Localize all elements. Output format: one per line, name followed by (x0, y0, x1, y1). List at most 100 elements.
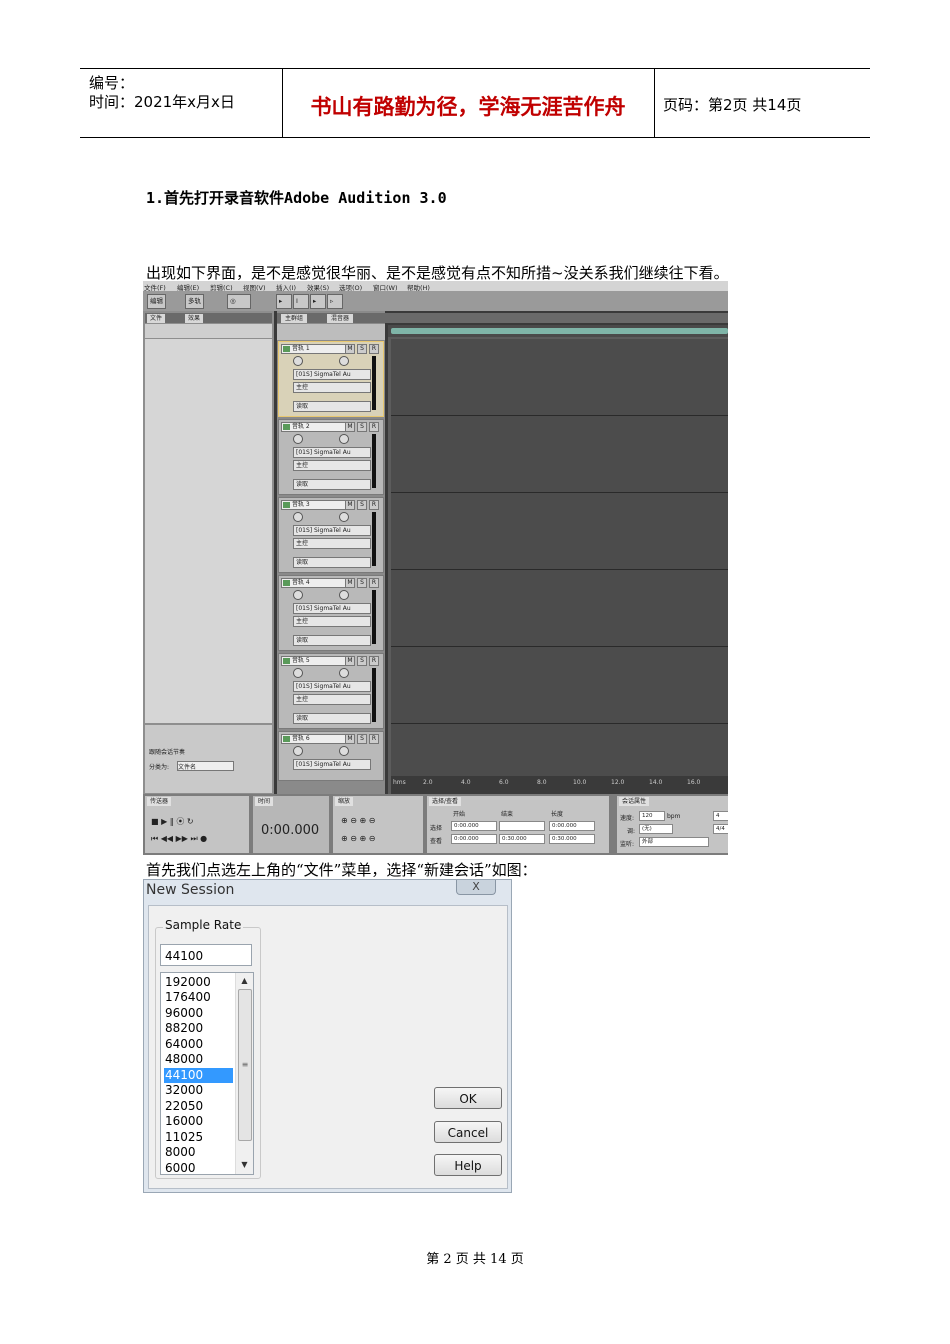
scroll-down-icon[interactable]: ▼ (236, 1158, 253, 1172)
track-name[interactable]: 音轨 6 (281, 734, 353, 744)
list-item[interactable]: 96000 (164, 1006, 233, 1021)
mute-button[interactable]: M (345, 500, 355, 510)
volume-knob[interactable] (293, 434, 303, 444)
volume-knob[interactable] (293, 746, 303, 756)
close-icon[interactable]: X (456, 880, 496, 895)
record-button[interactable]: R (369, 734, 379, 744)
input-select[interactable]: [01S] SigmaTel Au (293, 525, 371, 536)
view-length-field[interactable]: 0:30.000 (549, 834, 595, 844)
volume-knob[interactable] (293, 590, 303, 600)
list-item[interactable]: 8000 (164, 1145, 233, 1160)
track-name[interactable]: 音轨 3 (281, 500, 353, 510)
track-row[interactable]: 音轨 3 M S R [01S] SigmaTel Au 主控 读取 (278, 497, 384, 573)
pan-knob[interactable] (339, 512, 349, 522)
automation-select[interactable]: 读取 (293, 479, 371, 490)
record-button[interactable]: R (369, 422, 379, 432)
output-select[interactable]: 主控 (293, 694, 371, 705)
tab-session-properties[interactable]: 会话属性 (619, 797, 650, 806)
track-row[interactable]: 音轨 2 M S R [01S] SigmaTel Au 主控 读取 (278, 419, 384, 495)
zoom-navigator-bar[interactable] (391, 328, 728, 334)
scroll-thumb[interactable]: ≡ (238, 989, 252, 1141)
list-item[interactable]: 64000 (164, 1037, 233, 1052)
scrub-tool-icon[interactable]: ▹ (327, 294, 343, 309)
solo-button[interactable]: S (357, 734, 367, 744)
record-button[interactable]: R (369, 344, 379, 354)
beats-field[interactable]: 4 (713, 811, 728, 821)
automation-select[interactable]: 读取 (293, 635, 371, 646)
track-lane[interactable] (391, 570, 728, 647)
input-select[interactable]: [01S] SigmaTel Au (293, 759, 371, 770)
mute-button[interactable]: M (345, 734, 355, 744)
selection-length-field[interactable]: 0:00.000 (549, 821, 595, 831)
list-item[interactable]: 192000 (164, 975, 233, 990)
track-row[interactable]: 音轨 1 M S R [01S] SigmaTel Au 主控 读取 (278, 341, 384, 417)
track-row[interactable]: 音轨 5 M S R [01S] SigmaTel Au 主控 读取 (278, 653, 384, 729)
list-item[interactable]: 22050 (164, 1099, 233, 1114)
tab-mixer[interactable]: 混音器 (327, 314, 354, 323)
cd-mode-icon[interactable]: ◎ (227, 294, 251, 309)
mute-button[interactable]: M (345, 578, 355, 588)
output-select[interactable]: 主控 (293, 616, 371, 627)
list-item[interactable]: 6000 (164, 1161, 233, 1174)
list-item[interactable]: 48000 (164, 1052, 233, 1067)
record-button[interactable]: R (369, 500, 379, 510)
mute-button[interactable]: M (345, 344, 355, 354)
tab-effects[interactable]: 效果 (185, 314, 204, 323)
tab-files[interactable]: 文件 (147, 314, 166, 323)
solo-button[interactable]: S (357, 344, 367, 354)
sample-rate-input[interactable]: 44100 (160, 944, 252, 966)
selection-start-field[interactable]: 0:00.000 (451, 821, 497, 831)
output-select[interactable]: 主控 (293, 538, 371, 549)
view-end-field[interactable]: 0:30.000 (499, 834, 545, 844)
view-start-field[interactable]: 0:00.000 (451, 834, 497, 844)
track-lane[interactable] (391, 416, 728, 493)
solo-button[interactable]: S (357, 656, 367, 666)
list-item[interactable]: 16000 (164, 1114, 233, 1129)
scroll-up-icon[interactable]: ▲ (236, 974, 253, 988)
volume-knob[interactable] (293, 668, 303, 678)
sync-select[interactable]: 外部 (639, 837, 709, 847)
ok-button[interactable]: OK (434, 1087, 502, 1109)
zoom-buttons-row1[interactable]: ⊕ ⊖ ⊕ ⊖ (341, 816, 375, 825)
automation-select[interactable]: 读取 (293, 713, 371, 724)
selection-end-field[interactable] (499, 821, 545, 831)
help-button[interactable]: Help (434, 1154, 502, 1176)
tab-main-group[interactable]: 主群组 (281, 314, 308, 323)
tab-zoom[interactable]: 缩放 (335, 797, 354, 806)
list-item[interactable]: 176400 (164, 990, 233, 1005)
output-select[interactable]: 主控 (293, 460, 371, 471)
transport-buttons-row1[interactable]: ■ ▶ ‖ ⦿ ↻ (151, 816, 194, 827)
input-select[interactable]: [01S] SigmaTel Au (293, 681, 371, 692)
sample-rate-list[interactable]: 192000 176400 96000 88200 64000 48000 44… (160, 972, 254, 1175)
pan-knob[interactable] (339, 668, 349, 678)
volume-knob[interactable] (293, 356, 303, 366)
time-select-tool-icon[interactable]: I (293, 294, 309, 309)
track-lane[interactable] (391, 493, 728, 570)
zoom-buttons-row2[interactable]: ⊕ ⊖ ⊕ ⊖ (341, 834, 375, 843)
pan-knob[interactable] (339, 356, 349, 366)
list-item[interactable]: 11025 (164, 1130, 233, 1145)
edit-mode-button[interactable]: 编辑 (147, 294, 166, 309)
multitrack-mode-button[interactable]: 多轨 (185, 294, 204, 309)
track-name[interactable]: 音轨 5 (281, 656, 353, 666)
mute-button[interactable]: M (345, 656, 355, 666)
track-name[interactable]: 音轨 1 (281, 344, 353, 354)
solo-button[interactable]: S (357, 500, 367, 510)
track-row[interactable]: 音轨 6 M S R [01S] SigmaTel Au (278, 731, 384, 781)
hybrid-tool-icon[interactable]: ▸ (310, 294, 326, 309)
pan-knob[interactable] (339, 434, 349, 444)
automation-select[interactable]: 读取 (293, 557, 371, 568)
tab-selection-view[interactable]: 选择/查看 (429, 797, 462, 806)
tab-transport[interactable]: 传送器 (147, 797, 172, 806)
track-lane[interactable] (391, 724, 728, 777)
track-row[interactable]: 音轨 4 M S R [01S] SigmaTel Au 主控 读取 (278, 575, 384, 651)
pan-knob[interactable] (339, 746, 349, 756)
input-select[interactable]: [01S] SigmaTel Au (293, 603, 371, 614)
move-tool-icon[interactable]: ▸ (276, 294, 292, 309)
list-item[interactable]: 88200 (164, 1021, 233, 1036)
files-list[interactable] (145, 339, 272, 723)
input-select[interactable]: [01S] SigmaTel Au (293, 369, 371, 380)
solo-button[interactable]: S (357, 422, 367, 432)
pan-knob[interactable] (339, 590, 349, 600)
automation-select[interactable]: 读取 (293, 401, 371, 412)
